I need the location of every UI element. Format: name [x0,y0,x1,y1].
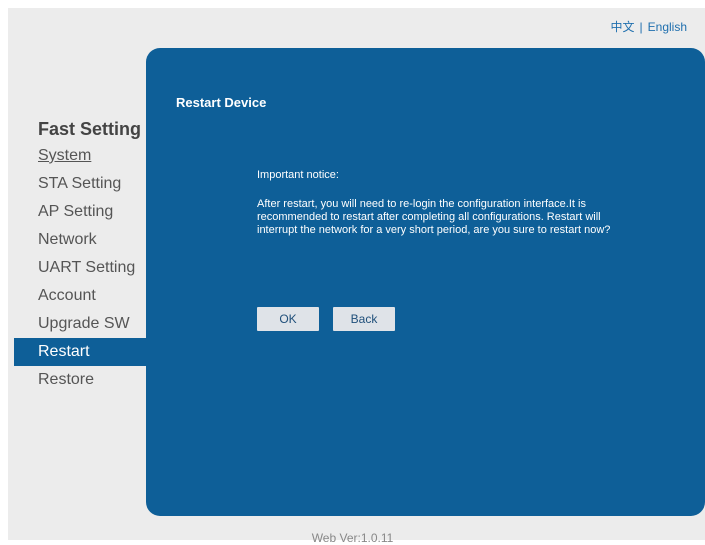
sidebar-item-restart[interactable]: Restart [14,338,149,366]
page-title: Restart Device [176,95,267,110]
language-separator: | [639,20,643,34]
sidebar: Fast Setting System STA Setting AP Setti… [14,116,149,394]
language-switcher: 中文 | English [611,18,688,35]
button-row: OK Back [257,307,395,331]
sidebar-item-sta-setting[interactable]: STA Setting [14,170,149,198]
notice-body: After restart, you will need to re-login… [257,198,611,236]
notice-heading: Important notice: [257,169,339,181]
sidebar-item-account[interactable]: Account [14,282,149,310]
notice-block: Important notice: After restart, you wil… [257,169,627,237]
sidebar-item-network[interactable]: Network [14,226,149,254]
back-button[interactable]: Back [333,307,395,331]
version-footer: Web Ver:1.0.11 [311,531,394,545]
sidebar-item-ap-setting[interactable]: AP Setting [14,198,149,226]
sidebar-title: Fast Setting [38,119,142,139]
ok-button[interactable]: OK [257,307,319,331]
language-english-link[interactable]: English [648,20,687,34]
sidebar-item-system[interactable]: System [14,142,149,170]
sidebar-item-upgrade-sw[interactable]: Upgrade SW [14,310,149,338]
language-chinese-link[interactable]: 中文 [611,20,635,34]
sidebar-item-uart-setting[interactable]: UART Setting [14,254,149,282]
sidebar-item-restore[interactable]: Restore [14,366,149,394]
content-panel: Restart Device Important notice: After r… [146,48,705,516]
